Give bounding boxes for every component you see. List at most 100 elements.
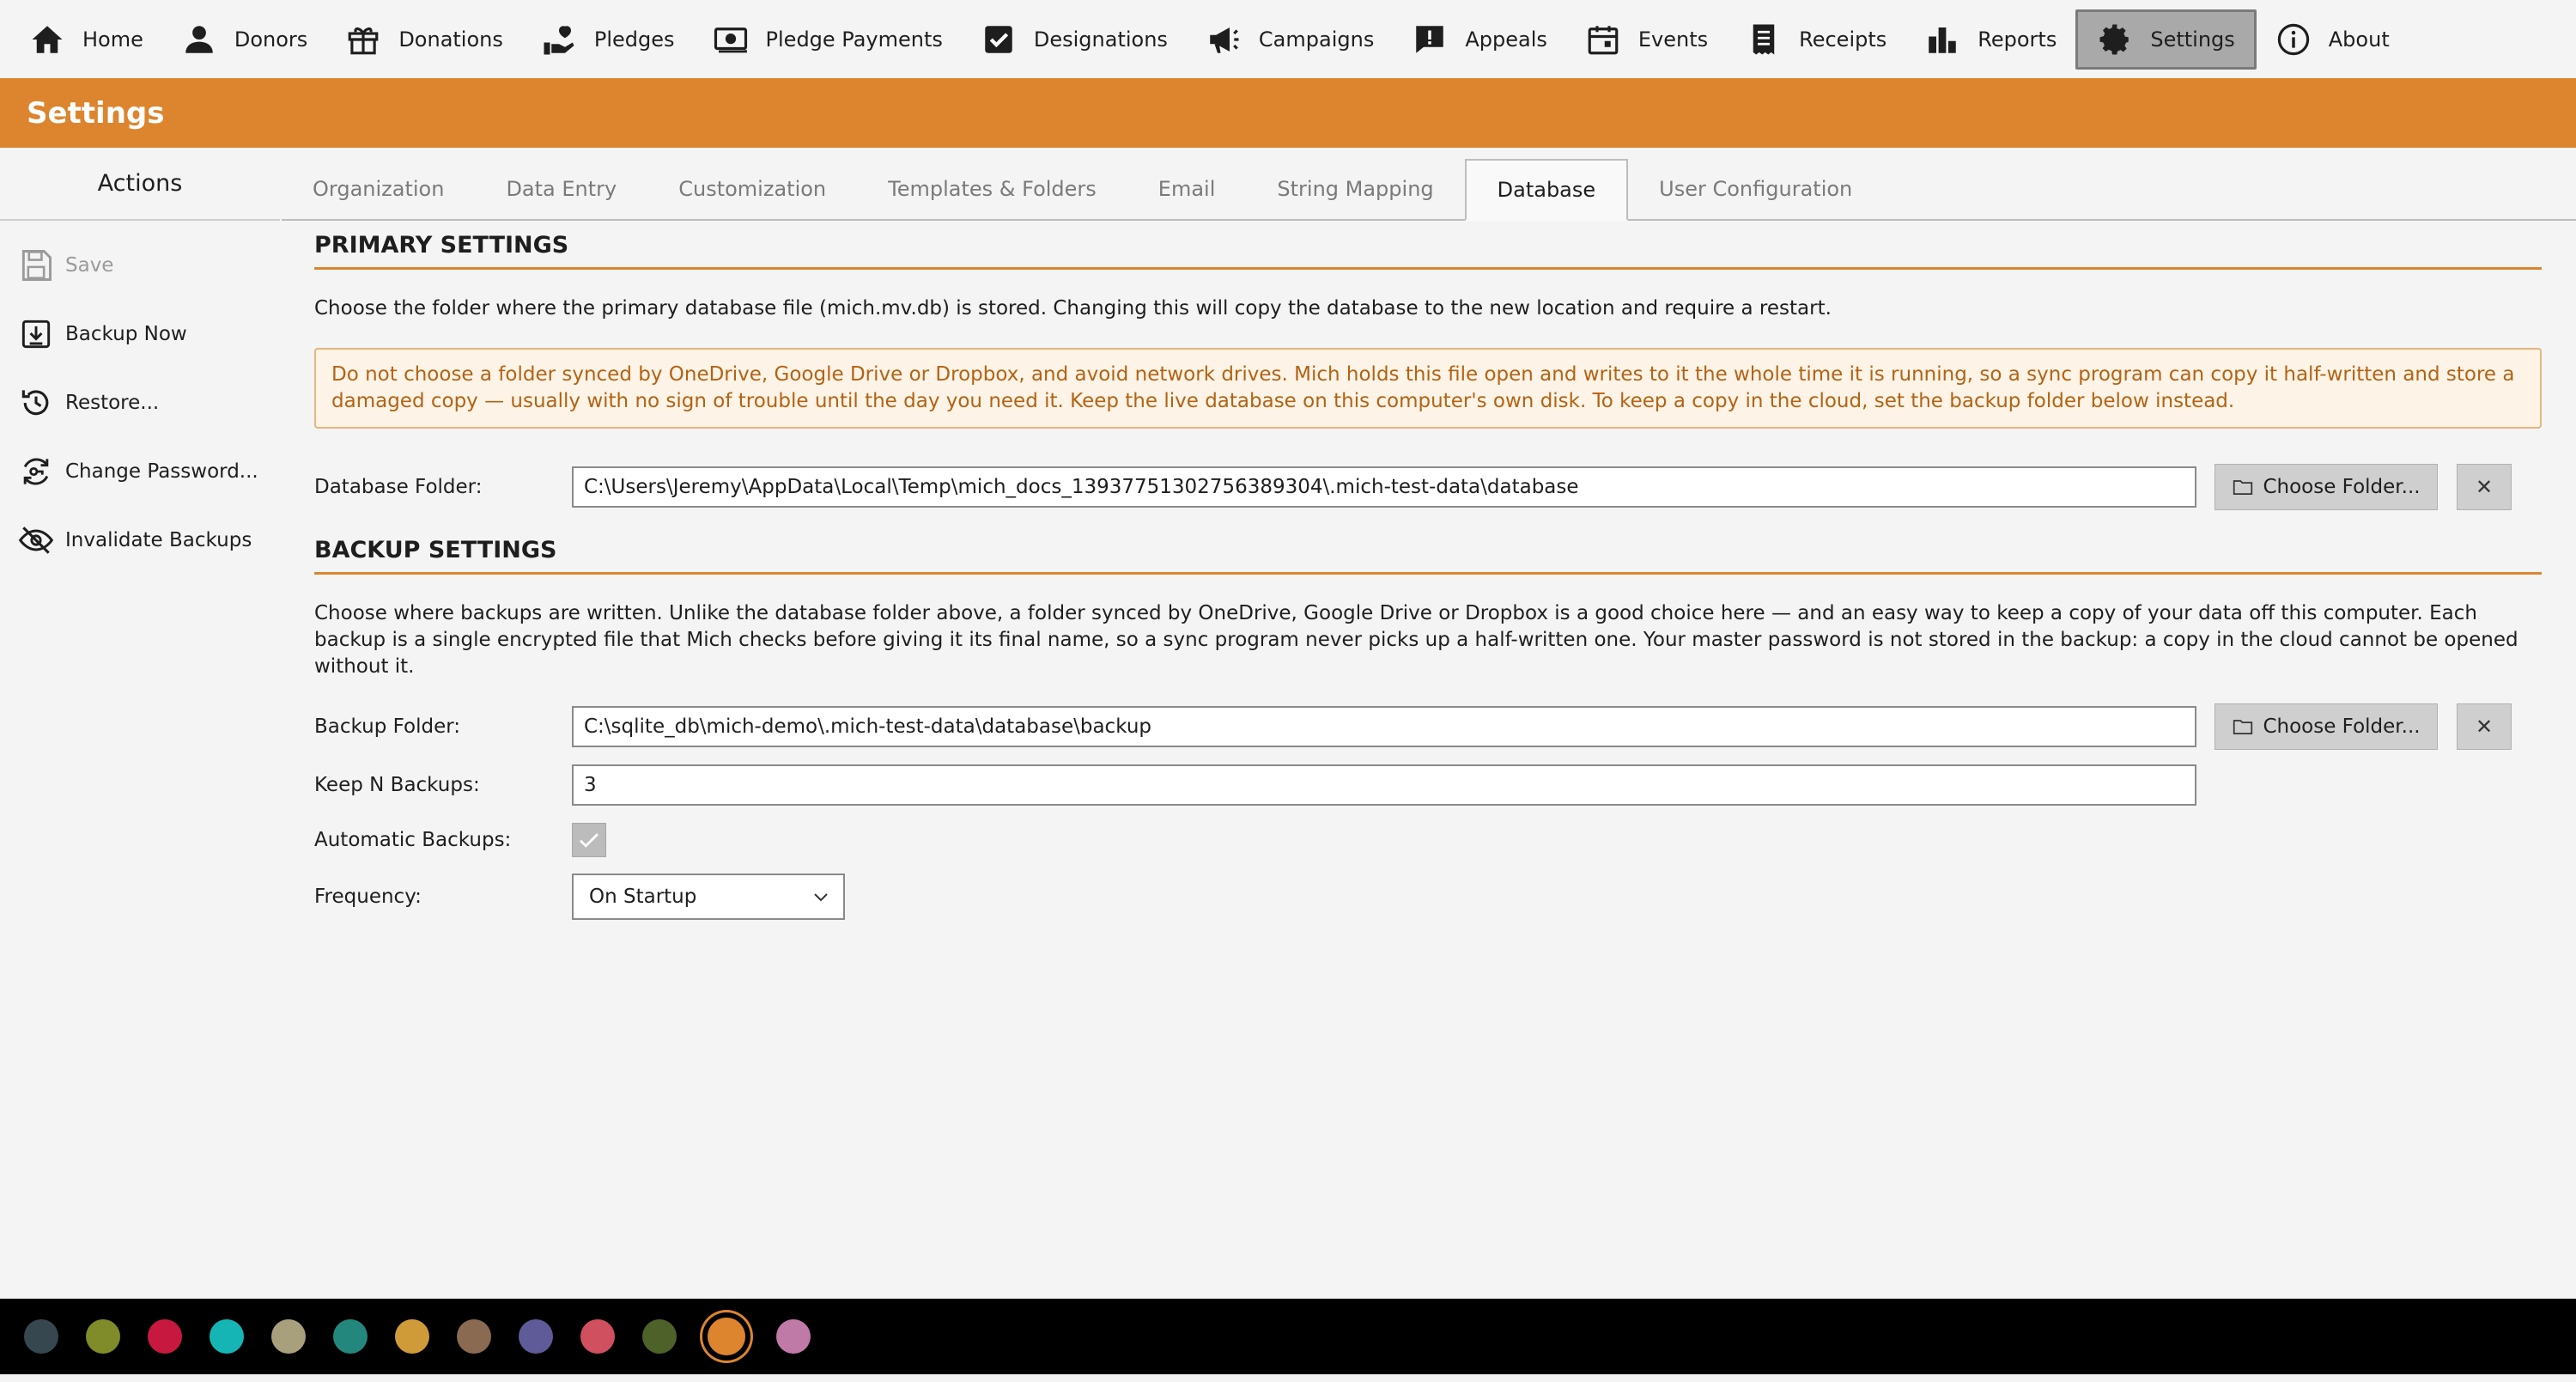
backup-settings-heading: BACKUP SETTINGS [314,537,2542,575]
nav-label: Settings [2150,27,2235,52]
frequency-select[interactable]: On Startup [572,874,845,920]
nav-donors[interactable]: Donors [162,9,326,70]
backup-folder-row: Backup Folder: C:\sqlite_db\mich-demo\.m… [314,703,2542,751]
restore-button[interactable]: Restore... [0,368,280,437]
automatic-backups-label: Automatic Backups: [314,829,512,851]
nav-home[interactable]: Home [10,9,162,70]
tab-user-configuration[interactable]: User Configuration [1628,159,1883,219]
database-folder-row: Database Folder: C:\Users\Jeremy\AppData… [314,463,2542,511]
theme-swatch[interactable] [210,1319,244,1354]
theme-swatch[interactable] [776,1319,811,1354]
nav-pledge-payments[interactable]: Pledge Payments [694,9,962,70]
nav-label: Receipts [1799,27,1887,52]
sidebar-item-label: Save [65,254,114,277]
nav-about[interactable]: About [2257,9,2409,70]
folder-icon [2233,480,2253,495]
frequency-value: On Startup [589,886,697,908]
save-button[interactable]: Save [0,231,280,300]
floppy-disk-icon [21,250,52,281]
archive-download-icon [21,320,51,349]
choose-folder-label: Choose Folder... [2263,715,2421,738]
tab-string-mapping[interactable]: String Mapping [1246,159,1464,219]
automatic-backups-row: Automatic Backups: [314,816,2542,864]
tab-organization[interactable]: Organization [282,159,475,219]
money-icon [714,27,747,52]
nav-settings[interactable]: Settings [2075,9,2257,70]
receipt-icon [1753,24,1775,54]
settings-tabs: Organization Data Entry Customization Te… [282,159,2576,221]
calendar-icon [1588,25,1619,54]
automatic-backups-checkbox[interactable] [572,823,606,857]
gift-icon [348,27,379,54]
theme-color-bar [0,1299,2576,1374]
database-folder-clear-button[interactable]: ✕ [2457,464,2512,510]
choose-folder-label: Choose Folder... [2263,476,2421,498]
theme-swatch[interactable] [395,1319,429,1354]
sidebar-item-label: Restore... [65,392,160,414]
sidebar-item-label: Invalidate Backups [65,529,252,551]
theme-swatch[interactable] [24,1319,58,1354]
tab-data-entry[interactable]: Data Entry [475,159,647,219]
nav-pledges[interactable]: Pledges [522,9,694,70]
backup-folder-label: Backup Folder: [314,715,461,738]
nav-receipts[interactable]: Receipts [1727,9,1905,70]
theme-swatch[interactable] [333,1319,368,1354]
theme-swatch[interactable] [148,1319,182,1354]
nav-label: Reports [1978,27,2057,52]
backup-settings-description: Choose where backups are written. Unlike… [314,602,2518,678]
bar-chart-icon [1929,27,1957,53]
nav-label: Campaigns [1258,27,1375,52]
frequency-row: Frequency: On Startup [314,873,2542,921]
primary-settings-description: Choose the folder where the primary data… [314,297,1832,320]
theme-swatch[interactable] [708,1318,745,1355]
tab-email[interactable]: Email [1127,159,1247,219]
database-folder-input[interactable]: C:\Users\Jeremy\AppData\Local\Temp\mich_… [572,466,2196,508]
tab-database[interactable]: Database [1464,159,1629,221]
nav-events[interactable]: Events [1566,9,1727,70]
checkbox-icon [985,25,1012,53]
theme-swatch[interactable] [271,1319,306,1354]
nav-reports[interactable]: Reports [1905,9,2075,70]
nav-label: Donations [398,27,503,52]
restore-history-icon [21,390,49,416]
backup-folder-clear-button[interactable]: ✕ [2457,703,2512,750]
actions-sidebar: Actions Save Backup Now Restore... Chang… [0,148,280,1299]
theme-swatch[interactable] [580,1319,615,1354]
database-settings-panel: PRIMARY SETTINGS Choose the folder where… [314,232,2542,921]
nav-label: Pledges [593,27,675,52]
sync-warning-box: Do not choose a folder synced by OneDriv… [314,348,2542,429]
chevron-down-icon [814,893,828,902]
sidebar-item-label: Backup Now [65,323,187,345]
nav-campaigns[interactable]: Campaigns [1187,9,1393,70]
keep-backups-input[interactable]: 3 [572,764,2196,806]
theme-swatch[interactable] [86,1319,120,1354]
theme-swatch[interactable] [642,1319,677,1354]
tab-templates-folders[interactable]: Templates & Folders [857,159,1127,219]
eye-off-icon [18,527,54,554]
nav-label: Donors [234,27,308,52]
nav-donations[interactable]: Donations [326,9,522,70]
database-choose-folder-button[interactable]: Choose Folder... [2215,464,2438,510]
primary-settings-heading: PRIMARY SETTINGS [314,232,2542,270]
nav-appeals[interactable]: Appeals [1393,9,1566,70]
sidebar-header: Actions [0,148,280,221]
change-password-button[interactable]: Change Password... [0,437,280,506]
tab-customization[interactable]: Customization [647,159,857,219]
theme-swatch[interactable] [457,1319,491,1354]
page-title: Settings [27,95,165,131]
backup-now-button[interactable]: Backup Now [0,300,280,368]
nav-label: About [2328,27,2390,52]
megaphone-icon [1210,27,1239,53]
nav-designations[interactable]: Designations [962,9,1187,70]
invalidate-backups-button[interactable]: Invalidate Backups [0,506,280,575]
person-icon [185,25,213,53]
checkmark-icon [580,833,598,848]
nav-label: Events [1637,27,1709,52]
sidebar-item-label: Change Password... [65,460,258,483]
backup-choose-folder-button[interactable]: Choose Folder... [2215,703,2438,750]
theme-swatch[interactable] [519,1319,553,1354]
pledge-hand-icon [544,25,574,54]
nav-label: Designations [1033,27,1168,52]
backup-folder-input[interactable]: C:\sqlite_db\mich-demo\.mich-test-data\d… [572,706,2196,747]
folder-icon [2233,720,2253,734]
